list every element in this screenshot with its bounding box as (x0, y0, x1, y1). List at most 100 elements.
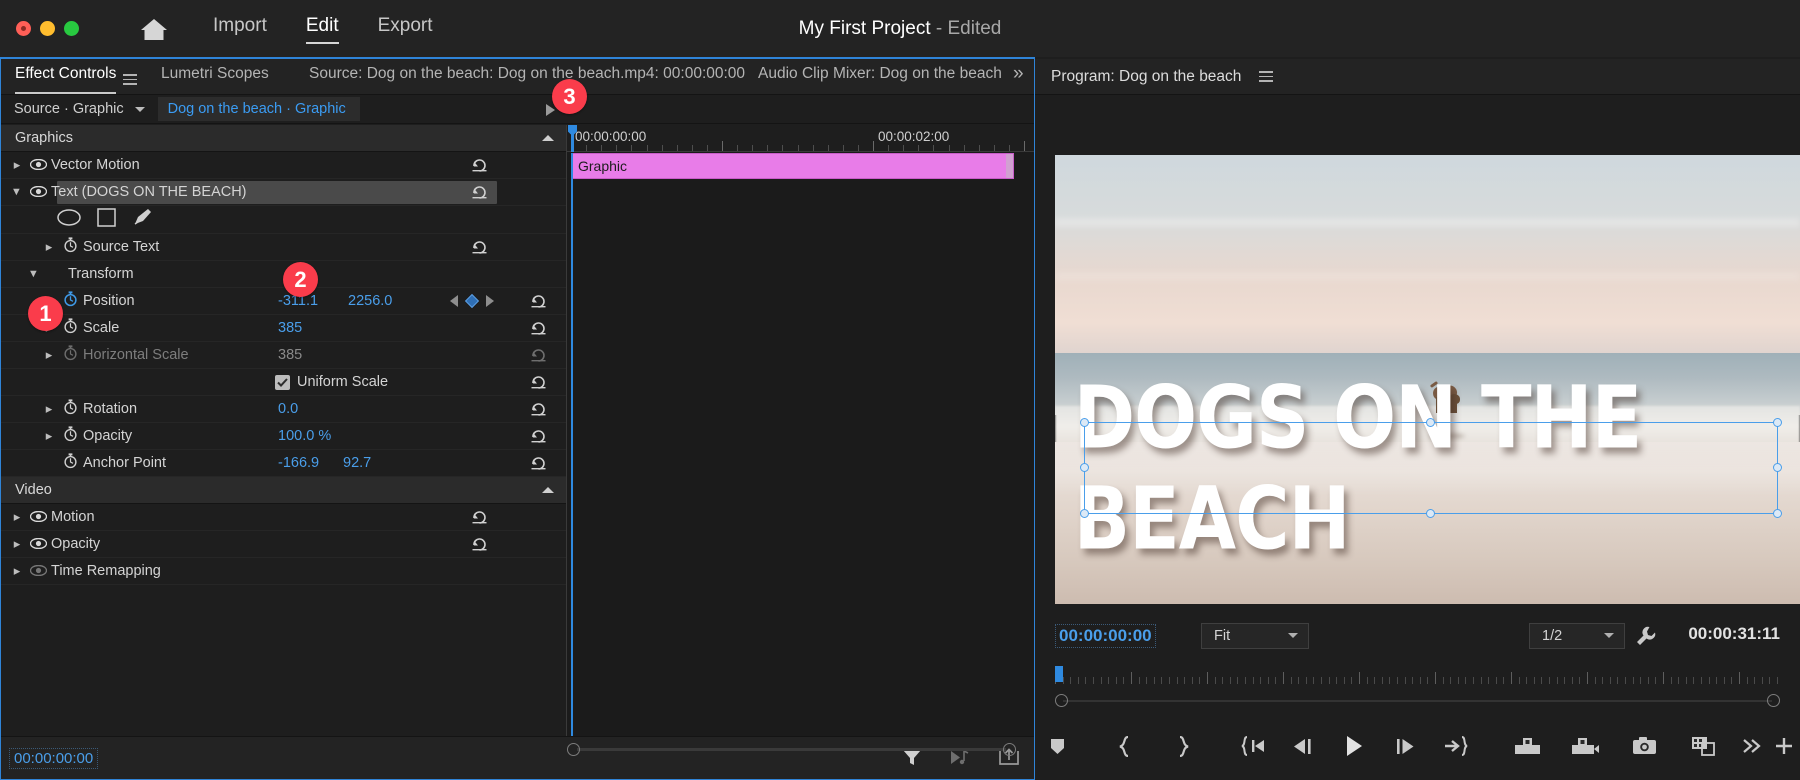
tab-lumetri-scopes[interactable]: Lumetri Scopes (161, 65, 269, 88)
reset-transform-opacity-icon[interactable] (530, 428, 547, 449)
close-window-button[interactable] (16, 21, 31, 36)
reset-anchor-point-icon[interactable] (530, 455, 547, 476)
add-marker-button[interactable] (1035, 726, 1080, 766)
toggle-motion-eye-icon[interactable] (25, 508, 51, 526)
property-row-transform-opacity[interactable]: ▸ Opacity 100.0 % (1, 423, 566, 450)
mark-in-button[interactable] (1102, 726, 1147, 766)
property-row-position[interactable]: ▸ Position -311.1 2256.0 (1, 288, 566, 315)
reset-position-icon[interactable] (530, 293, 547, 314)
panel-menu-icon[interactable] (123, 71, 137, 88)
reset-uniform-scale-icon[interactable] (530, 374, 547, 395)
toggle-time-remapping-eye-icon[interactable] (25, 562, 51, 580)
toggle-vector-motion-eye-icon[interactable] (25, 156, 51, 174)
export-frame-button[interactable] (1622, 726, 1667, 766)
workspace-tab-export[interactable]: Export (378, 15, 433, 43)
toggle-video-opacity-eye-icon[interactable] (25, 535, 51, 553)
program-monitor-zoom-scrollbar[interactable] (1055, 694, 1780, 708)
maximize-window-button[interactable] (64, 21, 79, 36)
property-row-text-layer[interactable]: ▸ Text (DOGS ON THE BEACH) (1, 179, 566, 206)
property-row-anchor-point[interactable]: ▸ Anchor Point -166.9 92.7 (1, 450, 566, 477)
timeline-playhead[interactable] (571, 125, 574, 152)
reset-source-text-icon[interactable] (471, 239, 488, 260)
overlay-text-graphic[interactable]: DOGS ON THE BEACH (1074, 422, 1789, 514)
video-section-header[interactable]: Video (1, 477, 566, 504)
ellipse-tool-icon[interactable] (57, 209, 81, 231)
go-to-in-button[interactable] (1230, 726, 1275, 766)
property-row-motion[interactable]: ▸ Motion (1, 504, 566, 531)
home-icon[interactable] (139, 16, 169, 42)
play-stop-button[interactable] (1332, 726, 1377, 766)
tab-effect-controls[interactable]: Effect Controls (15, 65, 116, 88)
graphics-section-header[interactable]: Graphics (1, 125, 566, 152)
reset-video-opacity-icon[interactable] (471, 536, 488, 557)
mark-out-button[interactable] (1161, 726, 1206, 766)
reset-motion-icon[interactable] (471, 509, 488, 530)
selected-clip-name[interactable]: Dog on the beach · Graphic (158, 97, 360, 121)
property-row-scale[interactable]: ▸ Scale 385 (1, 315, 566, 342)
twisty-time-remapping-icon[interactable]: ▸ (9, 563, 25, 579)
more-tabs-icon[interactable]: » (1013, 63, 1024, 90)
program-monitor-menu-icon[interactable] (1259, 68, 1273, 85)
collapse-graphics-icon[interactable] (542, 135, 554, 141)
effect-controls-timeline[interactable]: 00:00:00:00 00:00:02:00 00:00:04:00 Grap… (567, 125, 1034, 736)
playback-resolution-dropdown[interactable]: 1/2 (1529, 623, 1625, 649)
property-row-rotation[interactable]: ▸ Rotation 0.0 (1, 396, 566, 423)
program-monitor-scrubber[interactable] (1055, 666, 1780, 684)
program-monitor-playhead[interactable] (1055, 666, 1063, 682)
toggle-text-layer-eye-icon[interactable] (25, 183, 51, 201)
twisty-motion-icon[interactable]: ▸ (9, 509, 25, 525)
value-transform-opacity[interactable]: 100.0 % (278, 428, 331, 444)
stopwatch-transform-opacity-icon[interactable] (57, 425, 83, 447)
stopwatch-anchor-point-icon[interactable] (57, 452, 83, 474)
minimize-window-button[interactable] (40, 21, 55, 36)
timeline-ruler[interactable]: 00:00:00:00 00:00:02:00 00:00:04:00 (567, 125, 1034, 152)
zoom-level-dropdown[interactable]: Fit (1201, 623, 1309, 649)
twisty-text-layer-icon[interactable]: ▸ (9, 184, 25, 200)
timeline-graphic-clip[interactable]: Graphic (571, 153, 1014, 179)
next-keyframe-icon[interactable] (486, 295, 494, 307)
wrench-icon[interactable] (1635, 626, 1656, 651)
reset-text-layer-icon[interactable] (471, 184, 488, 205)
extract-button[interactable] (1563, 726, 1608, 766)
value-anchor-point-x[interactable]: -166.9 (278, 455, 319, 471)
tab-audio-clip-mixer[interactable]: Audio Clip Mixer: Dog on the beach (758, 65, 1002, 88)
property-row-time-remapping[interactable]: ▸ Time Remapping (1, 558, 566, 585)
tab-program-monitor[interactable]: Program: Dog on the beach (1051, 68, 1241, 86)
lift-button[interactable] (1505, 726, 1550, 766)
chevron-down-icon[interactable] (135, 107, 145, 112)
zoom-right-handle[interactable] (1767, 694, 1780, 707)
workspace-tab-import[interactable]: Import (213, 15, 267, 43)
twisty-rotation-icon[interactable]: ▸ (41, 401, 57, 417)
scrollbar-left-handle[interactable] (567, 743, 580, 756)
pen-tool-icon[interactable] (132, 207, 153, 232)
button-editor-button[interactable] (1768, 726, 1800, 766)
uniform-scale-checkbox[interactable] (275, 375, 290, 390)
more-button[interactable] (1736, 726, 1768, 766)
property-row-vector-motion[interactable]: ▸ Vector Motion (1, 152, 566, 179)
comparison-view-button[interactable] (1681, 726, 1726, 766)
twisty-video-opacity-icon[interactable]: ▸ (9, 536, 25, 552)
value-rotation[interactable]: 0.0 (278, 401, 298, 417)
value-position-y[interactable]: 2256.0 (348, 293, 392, 309)
scrollbar-right-handle[interactable] (1003, 743, 1016, 756)
property-row-video-opacity[interactable]: ▸ Opacity (1, 531, 566, 558)
twisty-transform-opacity-icon[interactable]: ▸ (41, 428, 57, 444)
value-anchor-point-y[interactable]: 92.7 (343, 455, 371, 471)
program-monitor-current-time[interactable]: 00:00:00:00 (1055, 624, 1156, 648)
previous-keyframe-icon[interactable] (450, 295, 458, 307)
program-monitor-video[interactable]: DOGS ON THE BEACH (1055, 155, 1800, 604)
timeline-horizontal-scrollbar[interactable] (567, 743, 1016, 755)
step-back-button[interactable] (1281, 726, 1326, 766)
go-to-out-button[interactable] (1434, 726, 1479, 766)
timeline-play-icon[interactable] (546, 104, 555, 116)
twisty-transform-icon[interactable]: ▸ (26, 266, 42, 282)
rectangle-tool-icon[interactable] (97, 208, 116, 232)
zoom-left-handle[interactable] (1055, 694, 1068, 707)
property-row-source-text[interactable]: ▸ Source Text (1, 234, 566, 261)
reset-vector-motion-icon[interactable] (471, 157, 488, 178)
step-forward-button[interactable] (1383, 726, 1428, 766)
reset-rotation-icon[interactable] (530, 401, 547, 422)
twisty-horizontal-scale-icon[interactable]: ▸ (41, 347, 57, 363)
stopwatch-source-text-icon[interactable] (57, 236, 83, 258)
stopwatch-rotation-icon[interactable] (57, 398, 83, 420)
